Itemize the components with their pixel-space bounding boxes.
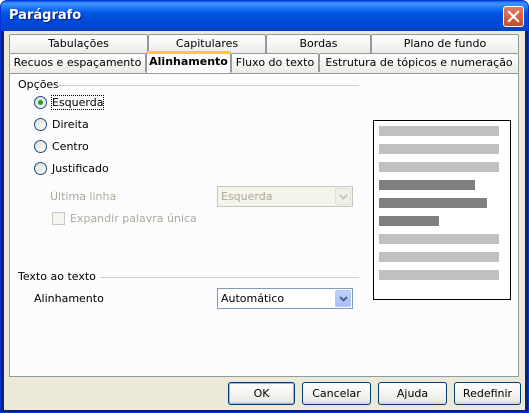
tab-row-back: Tabulações Capitulares Bordas Plano de f… — [9, 34, 519, 53]
text-to-text-heading: Texto ao texto — [18, 270, 96, 283]
radio-esquerda[interactable] — [34, 96, 47, 109]
last-line-select-value: Esquerda — [221, 190, 273, 203]
tab-alinhamento[interactable]: Alinhamento — [146, 51, 231, 73]
radio-centro-label[interactable]: Centro — [52, 140, 89, 153]
tab-recuos-espacamento[interactable]: Recuos e espaçamento — [9, 53, 146, 72]
chevron-down-icon — [339, 296, 348, 302]
last-line-select[interactable]: Esquerda — [217, 186, 353, 207]
window-title: Parágrafo — [9, 8, 82, 23]
last-line-dropdown-button[interactable] — [335, 188, 351, 205]
preview-line-current — [379, 180, 475, 190]
last-line-label: Última linha — [50, 190, 117, 203]
radio-centro[interactable] — [34, 140, 47, 153]
close-icon — [507, 10, 520, 23]
tab-estrutura-topicos[interactable]: Estrutura de tópicos e numeração — [319, 53, 519, 72]
tab-fluxo-do-texto[interactable]: Fluxo do texto — [231, 53, 319, 72]
alignment-preview — [373, 120, 511, 300]
ok-button[interactable]: OK — [228, 382, 295, 405]
chevron-down-icon — [339, 194, 348, 200]
radio-direita[interactable] — [34, 118, 47, 131]
tab-plano-de-fundo[interactable]: Plano de fundo — [371, 34, 519, 53]
cancel-button[interactable]: Cancelar — [302, 382, 371, 405]
dialog-client-area: Tabulações Capitulares Bordas Plano de f… — [4, 31, 525, 410]
preview-line — [379, 126, 499, 136]
tab-bordas[interactable]: Bordas — [266, 34, 371, 53]
preview-line-current — [379, 198, 487, 208]
alignment-label: Alinhamento — [34, 292, 104, 305]
expand-word-label: Expandir palavra única — [70, 212, 197, 225]
options-divider — [57, 85, 359, 86]
title-bar[interactable]: Parágrafo — [1, 1, 528, 31]
alignment-dropdown-button[interactable] — [335, 290, 351, 307]
expand-word-checkbox[interactable] — [52, 212, 65, 225]
preview-line-current — [379, 216, 439, 226]
close-button[interactable] — [503, 6, 524, 27]
radio-esquerda-label[interactable]: Esquerda — [50, 95, 105, 110]
preview-line — [379, 234, 499, 244]
help-button[interactable]: Ajuda — [378, 382, 447, 405]
tab-row-front: Recuos e espaçamento Alinhamento Fluxo d… — [9, 51, 519, 73]
preview-line — [379, 162, 499, 172]
tab-panel-alinhamento: Opções Esquerda Direita Centro Justifica… — [9, 73, 519, 377]
dialog-window: Parágrafo Tabulações Capitulares Bordas … — [0, 0, 529, 413]
reset-button[interactable]: Redefinir — [454, 382, 521, 405]
preview-line — [379, 144, 499, 154]
text-to-text-divider — [100, 277, 359, 278]
tab-tabulacoes[interactable]: Tabulações — [9, 34, 148, 53]
radio-justificado[interactable] — [34, 162, 47, 175]
alignment-select-value: Automático — [221, 292, 285, 305]
radio-direita-label[interactable]: Direita — [52, 118, 89, 131]
alignment-select[interactable]: Automático — [217, 288, 353, 309]
preview-line — [379, 252, 499, 262]
preview-line — [379, 270, 499, 280]
options-heading: Opções — [18, 78, 59, 91]
radio-justificado-label[interactable]: Justificado — [52, 162, 109, 175]
